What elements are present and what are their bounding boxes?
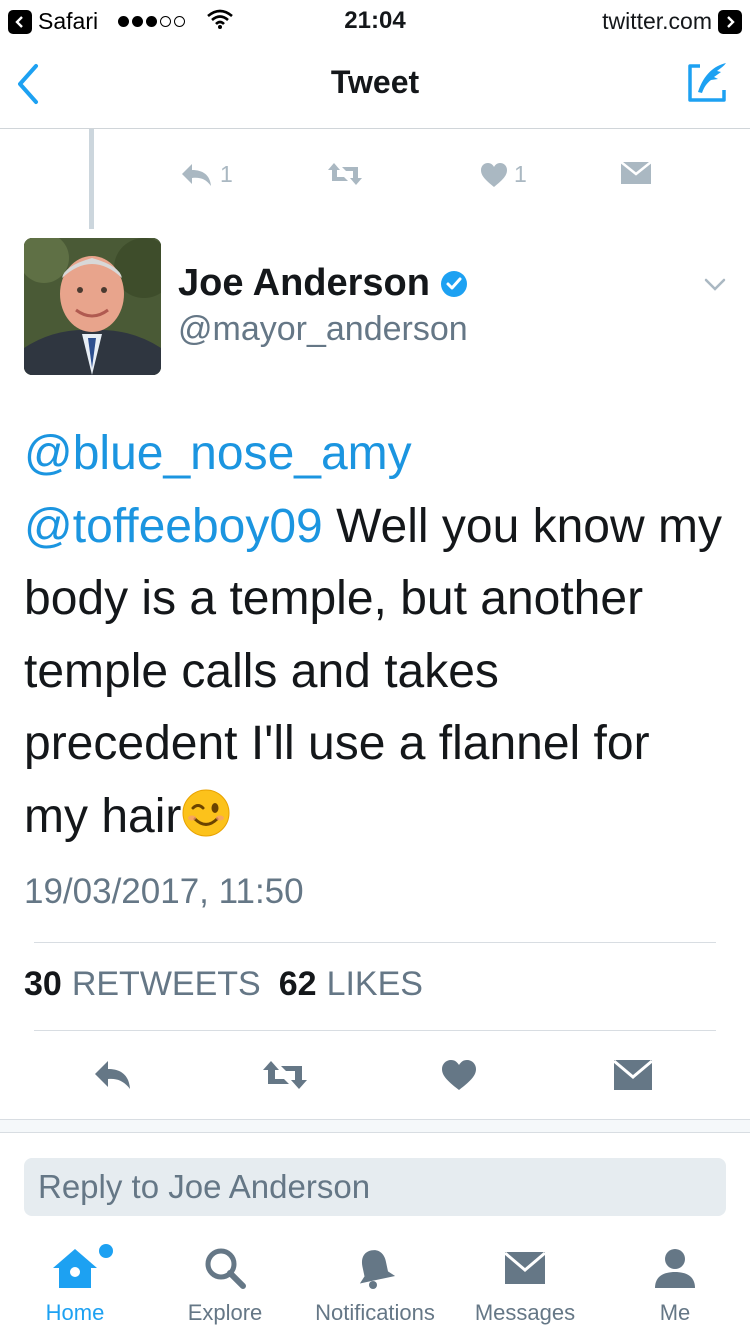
reply-icon	[95, 1061, 130, 1089]
heart-icon	[442, 1060, 476, 1090]
tab-bar: Home Explore Notifications Messages Me	[0, 1238, 750, 1334]
mention-link[interactable]: @blue_nose_amy	[24, 427, 412, 480]
tab-notifications[interactable]: Notifications	[300, 1238, 450, 1334]
avatar-photo	[24, 238, 161, 375]
author-name-row[interactable]: Joe Anderson	[178, 262, 468, 305]
tweet-actions	[0, 1050, 750, 1100]
home-icon	[51, 1238, 113, 1298]
winking-face-emoji-icon	[181, 787, 231, 860]
mention-link[interactable]: @toffeeboy09	[24, 500, 323, 553]
previous-tweet[interactable]: 1 1	[0, 129, 750, 229]
tab-label: Messages	[474, 1300, 576, 1325]
tab-explore[interactable]: Explore	[150, 1238, 300, 1334]
previous-tweet-actions: 1 1	[0, 161, 750, 197]
tweet-timestamp: 19/03/2017, 11:50	[24, 872, 304, 911]
author-handle[interactable]: @mayor_anderson	[178, 310, 468, 349]
likes-label[interactable]: LIKES	[327, 965, 423, 1004]
reply-icon	[182, 163, 211, 186]
tab-me[interactable]: Me	[600, 1238, 750, 1334]
previous-message-button[interactable]	[620, 161, 652, 185]
retweet-icon	[263, 1061, 307, 1089]
forward-to-site-button[interactable]: twitter.com	[602, 8, 742, 35]
bell-icon	[353, 1238, 397, 1298]
previous-reply-count: 1	[220, 161, 233, 187]
section-separator	[0, 1119, 750, 1133]
person-icon	[653, 1238, 697, 1298]
compose-icon	[688, 63, 726, 102]
status-bar: Safari 21:04 twitter.com	[0, 0, 750, 40]
reply-input[interactable]: Reply to Joe Anderson	[24, 1158, 726, 1216]
retweets-label[interactable]: RETWEETS	[72, 965, 261, 1004]
retweet-icon	[328, 163, 362, 185]
previous-like-count: 1	[514, 161, 527, 187]
direct-message-button[interactable]	[608, 1050, 658, 1100]
tab-label: Home	[45, 1300, 105, 1325]
chevron-down-icon	[704, 278, 726, 291]
page-title: Tweet	[330, 64, 420, 100]
likes-count[interactable]: 62	[279, 965, 317, 1004]
tab-label: Me	[659, 1300, 691, 1325]
tab-label: Notifications	[315, 1300, 435, 1325]
tab-messages[interactable]: Messages	[450, 1238, 600, 1334]
previous-like-button[interactable]: 1	[480, 161, 527, 188]
chevron-right-icon	[718, 9, 742, 34]
search-icon	[203, 1238, 247, 1298]
tab-home[interactable]: Home	[0, 1238, 150, 1334]
previous-retweet-button[interactable]	[326, 161, 364, 187]
previous-reply-button[interactable]: 1	[180, 161, 233, 188]
reply-button[interactable]	[88, 1050, 138, 1100]
compose-tweet-button[interactable]	[684, 60, 730, 106]
envelope-icon	[620, 161, 652, 184]
nav-bar: Tweet	[0, 40, 750, 129]
notification-dot	[99, 1244, 113, 1258]
envelope-icon	[613, 1059, 653, 1090]
author-avatar[interactable]	[24, 238, 161, 375]
divider	[34, 942, 716, 943]
retweets-count[interactable]: 30	[24, 965, 62, 1004]
tweet-options-button[interactable]	[700, 270, 730, 300]
tab-label: Explore	[187, 1300, 263, 1325]
site-label: twitter.com	[602, 8, 712, 34]
retweet-button[interactable]	[260, 1050, 310, 1100]
verified-badge-icon	[440, 270, 467, 297]
author-name: Joe Anderson	[178, 262, 430, 304]
tweet-text: @blue_nose_amy @toffeeboy09 Well you kno…	[24, 418, 724, 859]
tweet-stats: 30 RETWEETS 62 LIKES	[24, 965, 431, 1004]
like-button[interactable]	[434, 1050, 484, 1100]
heart-icon	[481, 162, 507, 187]
divider	[34, 1030, 716, 1031]
envelope-icon	[503, 1238, 547, 1298]
